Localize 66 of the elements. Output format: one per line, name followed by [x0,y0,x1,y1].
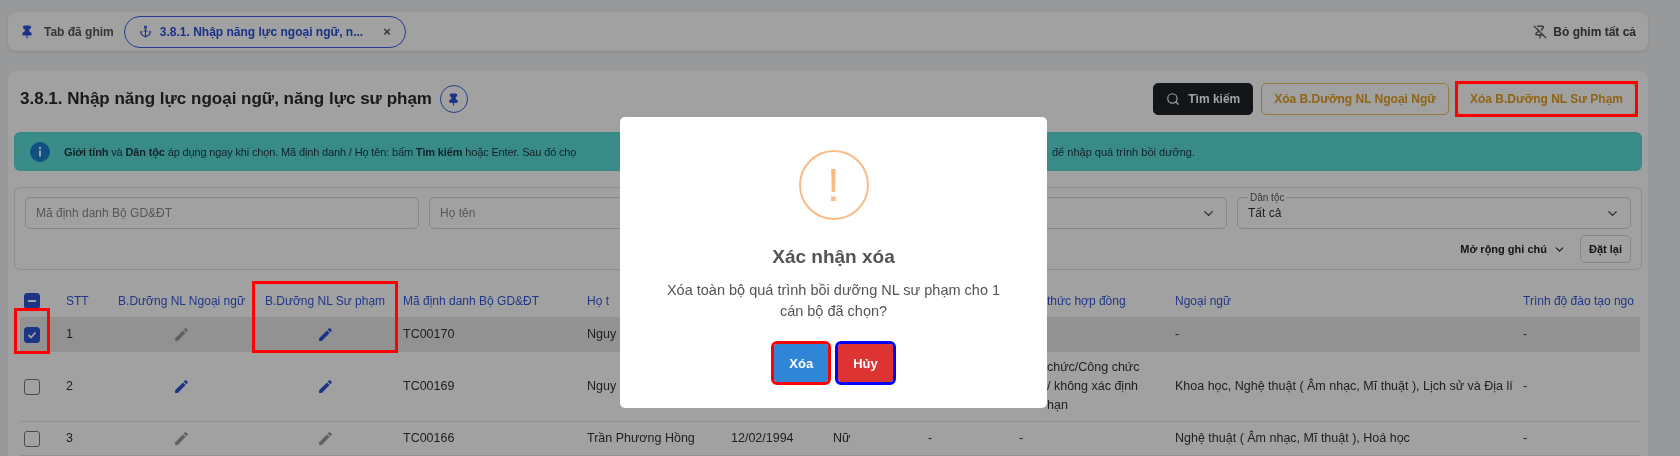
row-checkbox[interactable] [24,430,40,447]
column-header[interactable]: B.Dưỡng NL Ngoại ngữ [108,293,255,308]
table-cell-text: 2 [65,378,74,395]
select-value: Tất cả [1248,206,1282,220]
pinned-tab[interactable]: 3.8.1. Nhập năng lực ngoại ngữ, n... × [123,15,406,48]
table-row[interactable]: 3 TC00166 Trần Phương Hồng 12/02/1994 Nữ - - Nghệ thuật ( Âm nhạc, Mĩ thuật ), Hoá học - [20,422,1640,456]
column-header[interactable]: Ngoại ngữ [1167,293,1515,308]
table-cell-text: Nguy [586,378,618,395]
page-title: 3.8.1. Nhập năng lực ngoại ngữ, năng lực sư phạm [20,89,432,109]
row-checkbox[interactable] [24,378,40,395]
table-cell-text: - [1018,430,1025,447]
column-header[interactable]: STT [58,293,108,308]
table-cell-text: 3 [65,430,74,447]
table-cell-text: chức/Công chức [1047,359,1141,376]
table-cell-text: Nguy [586,326,618,343]
pinned-tab-label: 3.8.1. Nhập năng lực ngoại ngữ, n... [159,24,364,39]
column-header[interactable]: Trình độ đào tạo ngo [1515,293,1640,308]
table-cell-text: Nghệ thuật ( Âm nhạc, Mĩ thuật ), Hoá học [1174,429,1411,447]
field-label: Dân tộc [1248,192,1287,203]
table-cell-text: TC00170 [402,326,456,343]
pencil-icon[interactable] [316,430,334,447]
pinned-label: Tab đã ghim [44,24,114,39]
select-all-checkbox[interactable] [24,292,40,309]
table-cell-text: Trần Phương Hồng [586,430,696,447]
confirm-button[interactable]: Xóa [774,344,829,382]
row-checkbox[interactable] [24,326,40,343]
pin-button[interactable] [439,85,468,113]
search-button[interactable]: Tìm kiếm [1153,83,1254,115]
check-icon [27,329,37,340]
table-cell-text: TC00169 [402,378,456,395]
table-cell-text: - [927,430,934,447]
table-cell-text: - [1522,326,1529,343]
pin-off-icon [1533,24,1548,39]
table-cell-text: - [1522,430,1529,447]
input-field[interactable]: Mã định danh Bộ GD&ĐT [25,197,419,229]
table-cell-text: Khoa học, Nghệ thuật ( Âm nhạc, Mĩ thuật ), Lịch sử và Địa lí [1174,377,1514,395]
column-header[interactable]: Mã định danh Bộ GD&ĐT [395,293,579,308]
pencil-icon[interactable] [173,378,190,395]
column-header[interactable]: B.Dưỡng NL Sư phạm [255,293,395,308]
table-cell-text: 12/02/1994 [730,430,795,447]
table-cell-text: - [1522,378,1529,395]
warning-icon: ! [798,150,869,220]
dialog-message: Xóa toàn bộ quá trình bồi dưỡng NL sư phạm cho 1 cán bộ đã chọn? [665,281,1002,321]
info-text: Giới tính và Dân tộc áp dụng ngay khi chọn. Mã định danh / Họ tên: bấm Tìm kiếm hoặc Enter. Sau đó chọ [64,145,578,158]
table-cell-text: / không xác định [1047,378,1140,395]
pencil-icon[interactable] [173,430,190,447]
pencil-icon[interactable] [316,326,334,343]
pencil-icon[interactable] [316,378,334,395]
pin-icon [20,24,34,39]
pencil-icon[interactable] [173,326,190,343]
table-cell-text: - [1174,326,1181,343]
unpin-all-button[interactable]: Bỏ ghim tất cả [1533,24,1636,39]
dialog-title: Xác nhận xóa [772,245,895,269]
info-text: để nhập quá trình bồi dưỡng. [1052,145,1196,158]
info-icon [30,141,50,162]
table-cell-text: hạn [1047,397,1069,414]
cancel-button[interactable]: Hủy [838,344,893,382]
search-icon [1166,92,1181,106]
table-cell-text: TC00166 [402,430,456,447]
reset-button[interactable]: Đặt lại [1580,235,1631,263]
table-cell-text: Nữ [832,430,852,447]
anchor-icon [138,25,152,38]
expand-notes-dropdown[interactable]: Mở rộng ghi chú [1460,242,1566,256]
pin-icon [447,92,461,106]
table-cell-text: 1 [65,326,74,343]
close-icon[interactable]: × [383,24,391,39]
